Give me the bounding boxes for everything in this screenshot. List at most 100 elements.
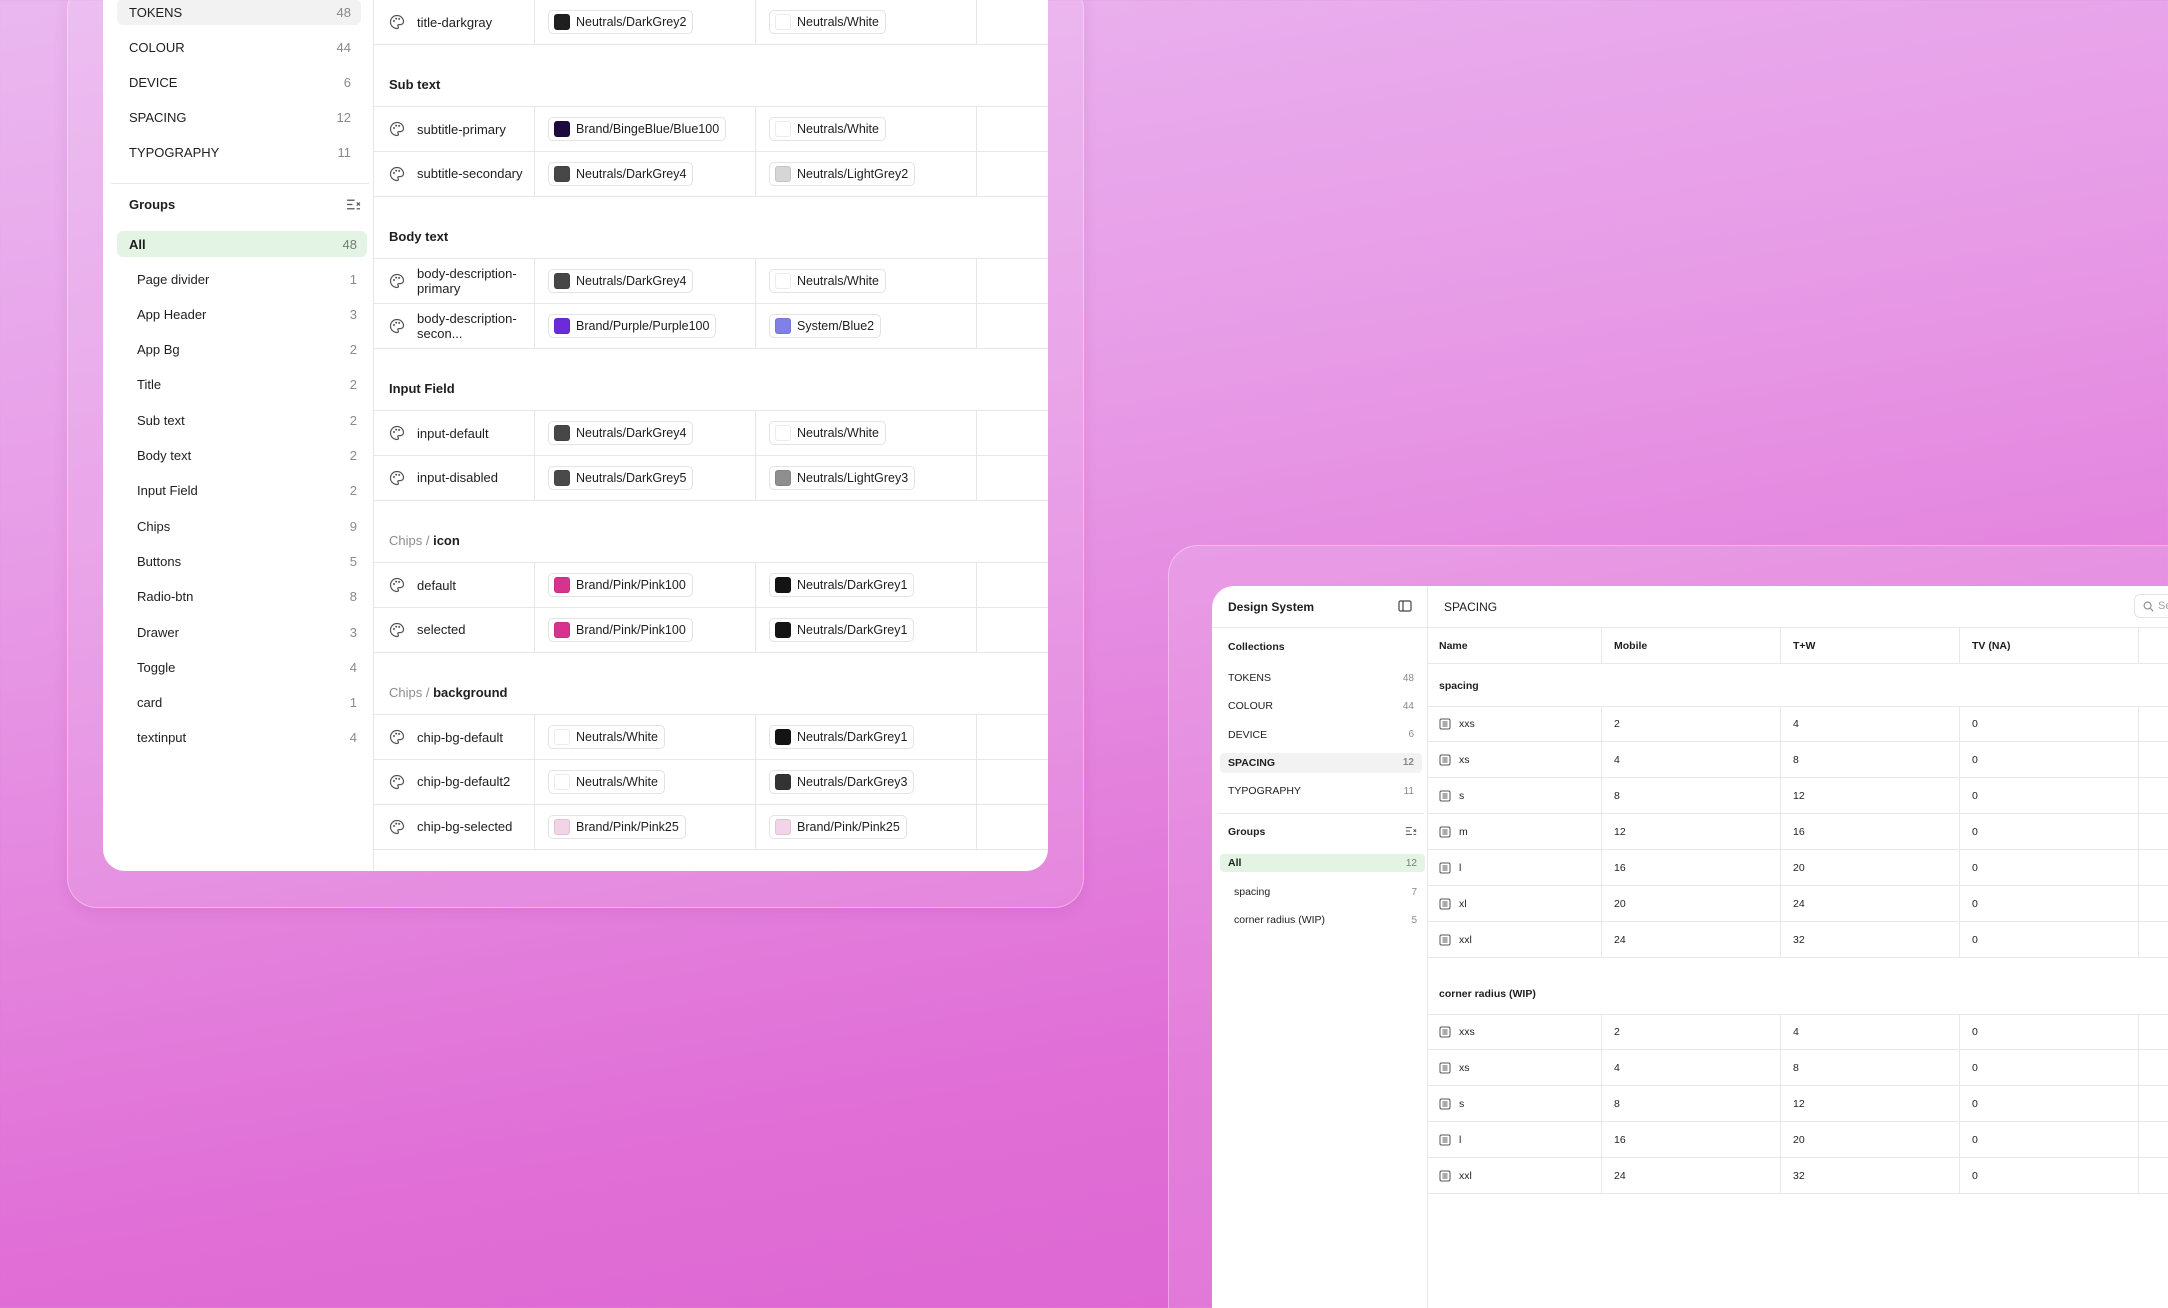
token-value-cell[interactable]: 24 xyxy=(1602,1158,1781,1193)
group-item[interactable]: Title 2 xyxy=(125,372,367,398)
token-value-cell[interactable]: 8 xyxy=(1781,1050,1960,1085)
token-value-cell[interactable]: 16 xyxy=(1602,850,1781,885)
token-value-cell[interactable]: Brand/Purple/Purple100 xyxy=(535,303,756,348)
column-header[interactable]: Mobile xyxy=(1602,628,1781,664)
color-alias-chip[interactable]: Brand/Pink/Pink25 xyxy=(769,814,907,839)
spacing-row[interactable]: xxs 2 4 0 xyxy=(1427,706,2168,742)
token-row[interactable]: subtitle-primary Brand/BingeBlue/Blue100 N… xyxy=(374,106,1048,152)
collection-item[interactable]: TOKENS 48 xyxy=(117,0,361,25)
spacing-row[interactable]: xs 4 8 0 xyxy=(1427,1050,2168,1086)
token-row[interactable]: subtitle-secondary Neutrals/DarkGrey4 Neut… xyxy=(374,151,1048,197)
column-header[interactable]: TV (NA) xyxy=(1960,628,2139,664)
token-value-cell[interactable]: 20 xyxy=(1781,1122,1960,1157)
token-value-cell[interactable]: Neutrals/DarkGrey4 xyxy=(535,411,756,455)
color-alias-chip[interactable]: Neutrals/DarkGrey1 xyxy=(769,725,915,749)
group-item[interactable]: Sub text 2 xyxy=(125,407,367,433)
token-value-cell[interactable]: Neutrals/DarkGrey1 xyxy=(756,563,977,607)
collection-item[interactable]: TYPOGRAPHY 11 xyxy=(117,139,361,165)
spacing-row[interactable]: m 12 16 0 xyxy=(1427,814,2168,850)
group-item[interactable]: Chips 9 xyxy=(125,513,367,539)
group-all-item[interactable]: All 48 xyxy=(117,231,367,257)
token-value-cell[interactable]: 16 xyxy=(1602,1122,1781,1157)
group-item[interactable]: card 1 xyxy=(125,690,367,716)
token-value-cell[interactable]: 2 xyxy=(1602,1015,1781,1049)
token-row[interactable]: input-default Neutrals/DarkGrey4 Neutrals/… xyxy=(374,410,1048,456)
color-alias-chip[interactable]: Neutrals/White xyxy=(769,117,886,141)
group-item[interactable]: App Header 3 xyxy=(125,301,367,327)
collection-item[interactable]: COLOUR 44 xyxy=(1220,696,1422,716)
color-alias-chip[interactable]: System/Blue2 xyxy=(769,313,882,338)
token-row[interactable]: chip-bg-default Neutrals/White Neutrals/Da… xyxy=(374,714,1048,760)
token-value-cell[interactable]: 2 xyxy=(1602,707,1781,741)
collection-item[interactable]: DEVICE 6 xyxy=(1220,725,1422,745)
token-value-cell[interactable]: 0 xyxy=(1960,886,2139,921)
token-value-cell[interactable]: 0 xyxy=(1960,814,2139,849)
token-value-cell[interactable]: Neutrals/White xyxy=(535,759,756,804)
token-value-cell[interactable]: 32 xyxy=(1781,1158,1960,1193)
group-item[interactable]: corner radius (WIP) 5 xyxy=(1226,910,1425,930)
token-value-cell[interactable]: Neutrals/DarkGrey1 xyxy=(756,715,977,759)
token-value-cell[interactable]: Brand/Pink/Pink100 xyxy=(535,607,756,652)
color-alias-chip[interactable]: Neutrals/DarkGrey3 xyxy=(769,769,915,794)
group-all-item[interactable]: All 12 xyxy=(1220,854,1425,872)
column-header[interactable]: Name xyxy=(1427,628,1602,664)
sidebar-toggle-icon[interactable] xyxy=(1398,599,1412,613)
token-value-cell[interactable]: 4 xyxy=(1781,1015,1960,1049)
token-value-cell[interactable]: 8 xyxy=(1602,778,1781,813)
group-item[interactable]: Drawer 3 xyxy=(125,619,367,645)
color-alias-chip[interactable]: Brand/Purple/Purple100 xyxy=(548,313,717,338)
token-value-cell[interactable]: 0 xyxy=(1960,707,2139,741)
token-value-cell[interactable]: Neutrals/White xyxy=(756,411,977,455)
token-value-cell[interactable]: 0 xyxy=(1960,778,2139,813)
token-row[interactable]: body-description-secon... Brand/Purple/Pu… xyxy=(374,303,1048,349)
token-value-cell[interactable]: 8 xyxy=(1602,1086,1781,1121)
token-value-cell[interactable]: Neutrals/LightGrey3 xyxy=(756,455,977,500)
collection-item[interactable]: SPACING 12 xyxy=(117,104,361,130)
token-value-cell[interactable]: 20 xyxy=(1781,850,1960,885)
token-value-cell[interactable]: 0 xyxy=(1960,1015,2139,1049)
collection-item[interactable]: SPACING 12 xyxy=(1220,752,1422,773)
token-value-cell[interactable]: Neutrals/DarkGrey5 xyxy=(535,455,756,500)
spacing-row[interactable]: s 8 12 0 xyxy=(1427,778,2168,814)
color-alias-chip[interactable]: Neutrals/DarkGrey4 xyxy=(548,161,694,186)
token-value-cell[interactable]: 0 xyxy=(1960,1086,2139,1121)
collection-item[interactable]: TYPOGRAPHY 11 xyxy=(1220,781,1422,801)
token-value-cell[interactable]: 24 xyxy=(1602,922,1781,957)
column-header[interactable]: T+W xyxy=(1781,628,1960,664)
token-value-cell[interactable]: Neutrals/White xyxy=(756,107,977,151)
token-value-cell[interactable]: 12 xyxy=(1781,1086,1960,1121)
token-value-cell[interactable]: 24 xyxy=(1781,886,1960,921)
token-value-cell[interactable]: Neutrals/DarkGrey3 xyxy=(756,759,977,804)
token-row[interactable]: body-description-primary Neutrals/DarkGre… xyxy=(374,258,1048,304)
token-value-cell[interactable]: Brand/Pink/Pink25 xyxy=(756,804,977,849)
group-settings-icon[interactable] xyxy=(346,197,361,212)
token-value-cell[interactable]: Neutrals/DarkGrey1 xyxy=(756,607,977,652)
token-value-cell[interactable]: 8 xyxy=(1781,742,1960,777)
spacing-row[interactable]: xl 20 24 0 xyxy=(1427,886,2168,922)
token-value-cell[interactable]: 0 xyxy=(1960,742,2139,777)
token-value-cell[interactable]: Neutrals/LightGrey2 xyxy=(756,151,977,196)
token-row[interactable]: chip-bg-selected Brand/Pink/Pink25 Brand/P… xyxy=(374,804,1048,850)
spacing-row[interactable]: xxs 2 4 0 xyxy=(1427,1014,2168,1050)
token-value-cell[interactable]: 0 xyxy=(1960,850,2139,885)
color-alias-chip[interactable]: Neutrals/DarkGrey4 xyxy=(548,421,694,445)
token-value-cell[interactable]: System/Blue2 xyxy=(756,303,977,348)
token-value-cell[interactable]: Neutrals/White xyxy=(756,0,977,44)
group-item[interactable]: Page divider 1 xyxy=(125,266,367,292)
token-row[interactable]: default Brand/Pink/Pink100 Neutrals/DarkGr… xyxy=(374,562,1048,608)
spacing-row[interactable]: xs 4 8 0 xyxy=(1427,742,2168,778)
spacing-row[interactable]: s 8 12 0 xyxy=(1427,1086,2168,1122)
spacing-row[interactable]: xxl 24 32 0 xyxy=(1427,922,2168,958)
color-alias-chip[interactable]: Brand/Pink/Pink100 xyxy=(548,573,693,597)
token-value-cell[interactable]: Neutrals/White xyxy=(535,715,756,759)
color-alias-chip[interactable]: Neutrals/DarkGrey1 xyxy=(769,573,915,597)
token-value-cell[interactable]: Neutrals/DarkGrey4 xyxy=(535,151,756,196)
token-value-cell[interactable]: Neutrals/DarkGrey2 xyxy=(535,0,756,44)
token-row[interactable]: input-disabled Neutrals/DarkGrey5 Neutrals… xyxy=(374,455,1048,501)
search-input[interactable]: Se xyxy=(2134,594,2168,618)
collection-item[interactable]: DEVICE 6 xyxy=(117,69,361,95)
token-value-cell[interactable]: 4 xyxy=(1602,1050,1781,1085)
token-value-cell[interactable]: 0 xyxy=(1960,1158,2139,1193)
collection-item[interactable]: TOKENS 48 xyxy=(1220,668,1422,688)
group-item[interactable]: Radio-btn 8 xyxy=(125,584,367,610)
